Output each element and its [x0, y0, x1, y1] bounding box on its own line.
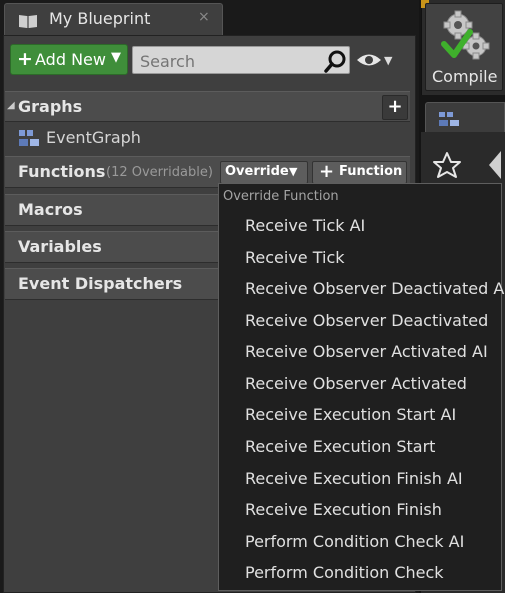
section-functions-title: Functions [18, 162, 106, 181]
menu-item-receive-execution-start[interactable]: Receive Execution Start [245, 437, 435, 456]
section-graphs[interactable]: ◢ Graphs + [5, 91, 410, 122]
eye-icon[interactable] [356, 52, 382, 72]
tab-my-blueprint[interactable]: My Blueprint × [4, 3, 223, 35]
plus-icon: + [319, 161, 335, 182]
book-icon [18, 13, 38, 33]
section-graphs-title: Graphs [18, 97, 83, 116]
menu-item-perform-condition-check-ai[interactable]: Perform Condition Check AI [245, 532, 464, 551]
view-options-chevron-icon[interactable]: ▼ [384, 54, 392, 67]
menu-item-receive-execution-start-ai[interactable]: Receive Execution Start AI [245, 405, 456, 424]
section-variables-title: Variables [18, 237, 102, 256]
tab-title: My Blueprint [49, 9, 151, 28]
menu-item-receive-observer-deactivated-ai[interactable]: Receive Observer Deactivated AI [245, 279, 505, 298]
right-panel-tab[interactable] [425, 102, 505, 132]
event-graph-tab-icon [438, 111, 460, 131]
menu-header: Override Function [223, 189, 339, 204]
add-new-label: Add New [35, 50, 106, 69]
tab-close-button[interactable]: × [198, 9, 210, 25]
event-graph-icon [18, 129, 40, 151]
menu-item-receive-execution-finish-ai[interactable]: Receive Execution Finish AI [245, 469, 463, 488]
chevron-down-icon: ▼ [289, 165, 298, 178]
menu-item-receive-observer-activated-ai[interactable]: Receive Observer Activated AI [245, 342, 488, 361]
section-event-dispatchers-title: Event Dispatchers [18, 274, 183, 293]
override-button[interactable]: Override ▼ [220, 161, 308, 184]
override-label: Override [225, 164, 289, 179]
section-macros-title: Macros [18, 200, 83, 219]
plus-icon: + [17, 48, 33, 70]
add-function-button[interactable]: + Function [312, 161, 407, 184]
menu-item-receive-execution-finish[interactable]: Receive Execution Finish [245, 500, 442, 519]
search-icon[interactable] [324, 49, 348, 77]
search-input[interactable] [132, 46, 350, 74]
event-graph-label: EventGraph [46, 128, 141, 147]
menu-item-receive-observer-deactivated[interactable]: Receive Observer Deactivated [245, 311, 488, 330]
menu-item-receive-tick[interactable]: Receive Tick [245, 248, 345, 267]
add-function-label: Function [339, 164, 403, 179]
overridable-count: (12 Overridable) [106, 165, 213, 180]
expand-arrow-icon[interactable]: ◢ [7, 100, 15, 111]
override-function-menu: Override Function Receive Tick AI Receiv… [218, 183, 505, 591]
back-arrow-icon[interactable] [487, 143, 505, 187]
star-icon[interactable] [429, 143, 465, 187]
add-new-button[interactable]: + Add New ▼ [10, 44, 128, 75]
menu-item-perform-condition-check[interactable]: Perform Condition Check [245, 563, 444, 582]
menu-item-receive-tick-ai[interactable]: Receive Tick AI [245, 216, 365, 235]
compile-icon [440, 10, 492, 70]
menu-item-receive-observer-activated[interactable]: Receive Observer Activated [245, 374, 467, 393]
chevron-down-icon: ▼ [111, 50, 121, 65]
compile-label: Compile [432, 67, 498, 86]
compile-button[interactable]: Compile [425, 3, 503, 91]
add-graph-button[interactable]: + [382, 95, 408, 120]
